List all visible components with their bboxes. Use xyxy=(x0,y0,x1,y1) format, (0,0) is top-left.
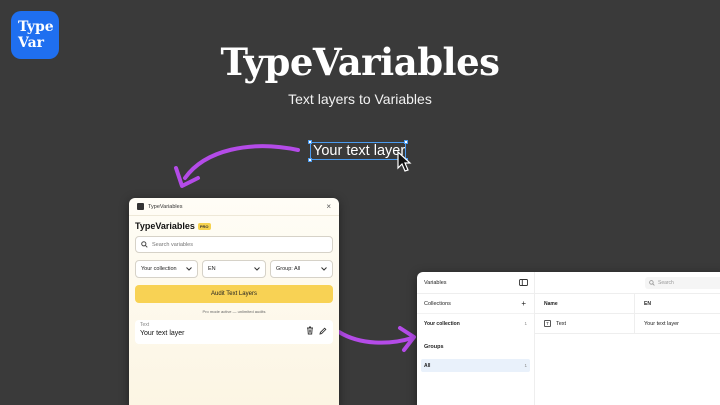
collections-header-label: Collections xyxy=(424,300,451,307)
collection-item-label: Your collection xyxy=(424,320,460,327)
language-select-value: EN xyxy=(208,266,216,272)
pro-badge: PRO xyxy=(197,222,211,230)
arrow-left-head xyxy=(174,166,200,188)
variables-search-placeholder: Search xyxy=(658,279,674,286)
column-header-name: Name xyxy=(535,294,635,313)
chevron-down-icon xyxy=(321,267,327,271)
sidebar-toggle-icon[interactable] xyxy=(519,279,528,286)
group-select-value: Group: All xyxy=(276,266,301,272)
table-row[interactable]: T Text Your text layer xyxy=(535,314,720,334)
hero-subtitle: Text layers to Variables xyxy=(288,91,432,107)
chevron-down-icon xyxy=(254,267,260,271)
search-input[interactable] xyxy=(152,241,327,248)
hero-title: TypeVariables xyxy=(220,40,501,84)
search-icon xyxy=(141,241,148,248)
column-header-mode: EN xyxy=(644,300,651,307)
pro-mode-note: Pro mode active — unlimited audits xyxy=(202,309,266,314)
selection-handle-tl[interactable] xyxy=(308,140,312,144)
language-select[interactable]: EN xyxy=(202,260,266,278)
plugin-name: TypeVariables xyxy=(135,221,195,231)
collection-item-count: 1 xyxy=(524,321,527,326)
variables-panel: Variables Search Collections + Your coll… xyxy=(417,272,720,405)
variables-topbar: Variables Search xyxy=(417,272,720,294)
variables-sidebar: Collections + Your collection 1 Groups A… xyxy=(417,294,535,405)
text-variable-icon: T xyxy=(544,320,551,327)
variable-value-cell[interactable]: Your text layer xyxy=(635,314,679,333)
canvas-text-layer-label: Your text layer xyxy=(313,143,406,159)
selection-handle-br[interactable] xyxy=(404,158,408,162)
variable-name: Text xyxy=(556,320,567,327)
arrow-left-curve xyxy=(183,144,300,180)
edit-pencil-icon[interactable] xyxy=(319,327,327,335)
groups-header: Groups xyxy=(424,344,444,350)
variables-title: Variables xyxy=(424,279,447,286)
search-field[interactable] xyxy=(135,236,333,253)
search-icon xyxy=(649,279,655,286)
collections-header: Collections + xyxy=(417,294,534,314)
plugin-header: TypeVariables PRO xyxy=(129,216,339,231)
selection-handle-bl[interactable] xyxy=(308,158,312,162)
arrow-right-curve xyxy=(337,330,414,345)
layer-card-value: Your text layer xyxy=(140,330,185,337)
trash-icon[interactable] xyxy=(306,326,314,335)
layer-card[interactable]: Text Your text layer xyxy=(135,320,333,344)
selection-handle-tr[interactable] xyxy=(404,140,408,144)
collection-select[interactable]: Your collection xyxy=(135,260,198,278)
plugin-panel: TypeVariables × TypeVariables PRO Your c… xyxy=(129,198,339,405)
collection-select-value: Your collection xyxy=(141,266,177,272)
group-item-label: All xyxy=(424,362,431,369)
canvas-text-layer[interactable]: Your text layer xyxy=(308,140,408,162)
variables-search[interactable]: Search xyxy=(645,276,720,289)
layer-card-actions xyxy=(306,326,327,335)
plugin-window-title: TypeVariables xyxy=(148,203,183,210)
logo-line-1: Type xyxy=(18,19,54,35)
variables-title-cell: Variables xyxy=(417,272,535,293)
group-item-count: 1 xyxy=(524,363,527,368)
table-header: Name EN xyxy=(535,294,720,314)
group-select[interactable]: Group: All xyxy=(270,260,333,278)
close-icon[interactable]: × xyxy=(326,202,331,211)
filter-row: Your collection EN Group: All xyxy=(135,260,333,278)
group-item-all[interactable]: All 1 xyxy=(421,359,530,372)
arrow-right-head xyxy=(398,326,416,352)
variable-name-cell: T Text xyxy=(535,314,635,333)
plugin-app-icon xyxy=(137,203,144,210)
chevron-down-icon xyxy=(186,267,192,271)
layer-card-label: Text xyxy=(140,322,150,328)
audit-text-layers-button[interactable]: Audit Text Layers xyxy=(135,285,333,303)
variables-table: Name EN T Text Your text layer xyxy=(535,294,720,405)
add-collection-icon[interactable]: + xyxy=(521,299,526,308)
collection-item[interactable]: Your collection 1 xyxy=(421,317,530,330)
plugin-titlebar: TypeVariables × xyxy=(129,198,339,216)
